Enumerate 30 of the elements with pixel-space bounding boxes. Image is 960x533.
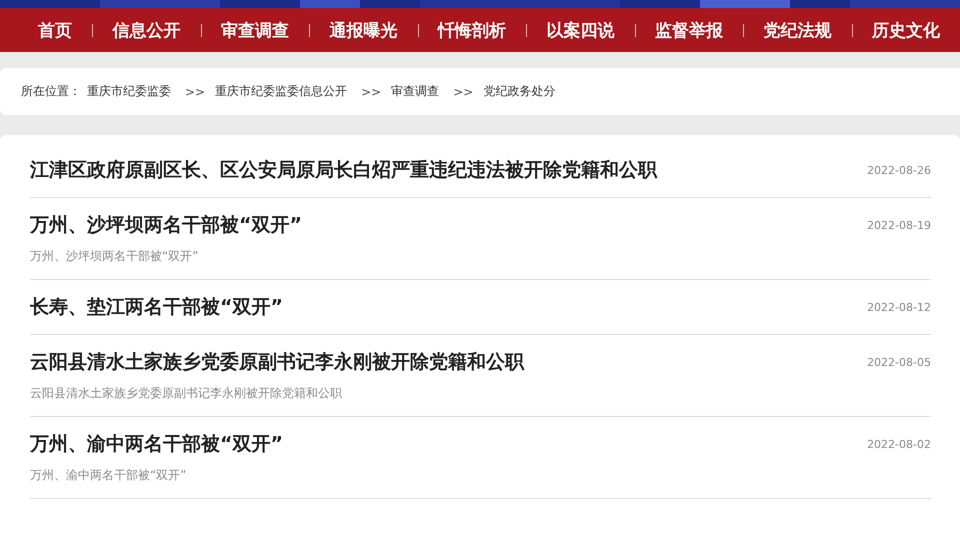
breadcrumb-link[interactable]: 审查调查 xyxy=(391,83,440,100)
article-date: 2022-08-02 xyxy=(867,438,931,450)
article-title-link[interactable]: 长寿、垫江两名干部被“双开” xyxy=(30,294,283,320)
article-summary: 万州、沙坪坝两名干部被“双开” xyxy=(30,248,200,265)
breadcrumb-separator: >> xyxy=(361,84,382,98)
article-summary: 万州、渝中两名干部被“双开” xyxy=(30,467,188,484)
article-title-link[interactable]: 万州、渝中两名干部被“双开” xyxy=(30,431,283,457)
breadcrumb-link[interactable]: 重庆市纪委监委信息公开 xyxy=(215,83,348,100)
nav-link[interactable]: 首页 xyxy=(38,18,72,42)
article-title-link[interactable]: 云阳县清水土家族乡党委原副书记李永刚被开除党籍和公职 xyxy=(30,349,524,375)
nav-link[interactable]: 历史文化 xyxy=(872,18,940,42)
breadcrumb-label: 所在位置： xyxy=(21,83,81,100)
article-summary: 云阳县清水土家族乡党委原副书记李永刚被开除党籍和公职 xyxy=(30,385,343,402)
nav-link[interactable]: 信息公开 xyxy=(112,18,180,42)
nav-link[interactable]: 审查调查 xyxy=(221,18,289,42)
breadcrumb-link[interactable]: 重庆市纪委监委 xyxy=(87,83,171,100)
article-date: 2022-08-19 xyxy=(867,218,931,232)
article-date: 2022-08-12 xyxy=(867,300,931,314)
nav-link[interactable]: 忏悔剖析 xyxy=(438,18,506,42)
article-date: 2022-08-26 xyxy=(867,164,931,176)
nav-link[interactable]: 以案四说 xyxy=(546,18,614,42)
breadcrumb-separator: >> xyxy=(185,84,206,98)
breadcrumb-link[interactable]: 党纪政务处分 xyxy=(483,83,556,100)
article-title-link[interactable]: 万州、沙坪坝两名干部被“双开” xyxy=(30,212,302,238)
nav-link[interactable]: 监督举报 xyxy=(655,18,723,42)
article-date: 2022-08-05 xyxy=(867,356,931,368)
article-title-link[interactable]: 江津区政府原副区长、区公安局原局长白炤严重违纪违法被开除党籍和公职 xyxy=(30,157,657,183)
breadcrumb-separator: >> xyxy=(453,84,474,98)
nav-link[interactable]: 党纪法规 xyxy=(764,18,832,42)
nav-link[interactable]: 通报曝光 xyxy=(330,18,398,42)
